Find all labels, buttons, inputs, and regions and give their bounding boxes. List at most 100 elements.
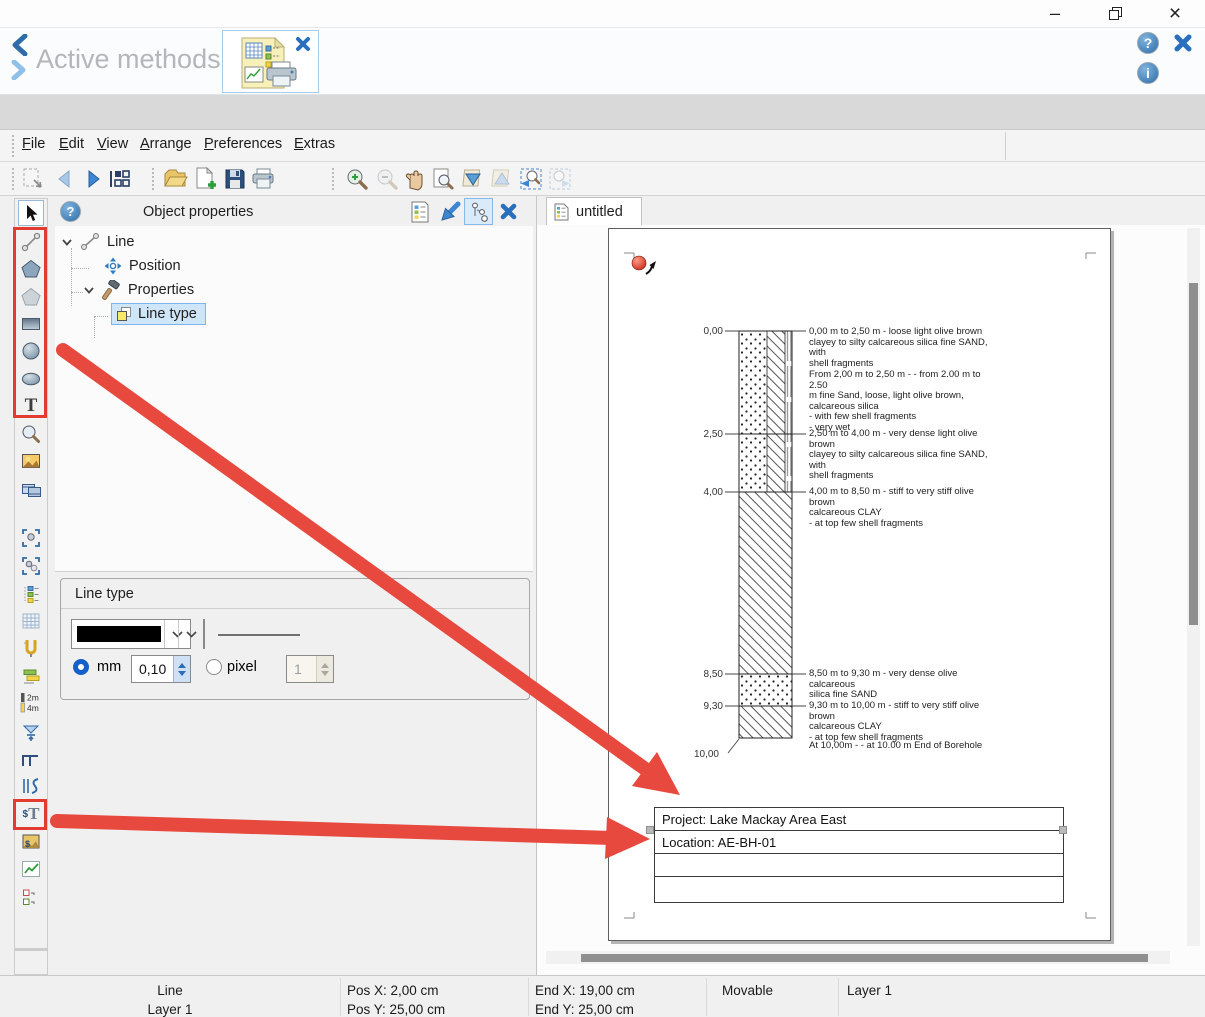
select-tool[interactable] xyxy=(18,200,44,226)
properties-list-button[interactable] xyxy=(408,200,432,224)
drawing-page[interactable]: 0,00 2,50 4,00 8,50 9,30 10,00 0,00 m to… xyxy=(608,228,1111,941)
help-icon[interactable]: ? xyxy=(1137,32,1159,54)
page-down-button[interactable] xyxy=(460,166,486,192)
selection-handle[interactable] xyxy=(1059,826,1067,834)
properties-close-button[interactable] xyxy=(499,202,518,226)
info-icon[interactable]: i xyxy=(1137,62,1159,84)
zoom-in-button[interactable] xyxy=(344,166,370,192)
dollar-image-tool[interactable]: $ xyxy=(18,829,44,855)
restore-button[interactable] xyxy=(1092,0,1138,27)
selection-handle[interactable] xyxy=(646,826,654,834)
tree-item-line[interactable]: Line xyxy=(61,230,134,254)
main-toolbar xyxy=(0,162,1205,196)
table-row[interactable] xyxy=(655,854,1063,877)
cursor-arrow-icon xyxy=(646,261,656,274)
vertical-scrollbar[interactable] xyxy=(1187,228,1200,946)
mm-width-spinner[interactable]: 0,10 xyxy=(131,655,191,683)
pixel-radio[interactable] xyxy=(206,659,222,675)
zoom-region-prev-button[interactable] xyxy=(518,166,544,192)
menubar-grip[interactable] xyxy=(12,135,15,157)
depth-label: 0,00 xyxy=(669,326,723,337)
spin-down-icon[interactable] xyxy=(178,671,186,676)
method-close-icon[interactable] xyxy=(295,36,311,52)
mm-radio[interactable] xyxy=(73,659,89,675)
back-button[interactable] xyxy=(52,166,78,192)
minimize-button[interactable]: – xyxy=(1032,0,1078,27)
forward-chevron-icon[interactable] xyxy=(10,60,28,80)
menu-extras[interactable]: Extras xyxy=(294,136,335,152)
menu-view[interactable]: View xyxy=(97,136,128,152)
print-button[interactable] xyxy=(250,166,276,192)
new-view-button[interactable] xyxy=(20,166,46,192)
select-multiple-tool[interactable] xyxy=(18,553,44,579)
legend-tool[interactable] xyxy=(18,884,44,910)
table-row[interactable]: Project: Lake Mackay Area East xyxy=(655,808,1063,831)
page-up-button[interactable] xyxy=(489,166,515,192)
tree-line-type-selected[interactable]: Line type xyxy=(111,303,206,325)
chevron-down-icon[interactable] xyxy=(61,236,73,248)
table-row[interactable] xyxy=(655,877,1063,900)
project-info-table[interactable]: Project: Lake Mackay Area East Location:… xyxy=(654,807,1064,903)
active-method-item[interactable] xyxy=(222,30,319,93)
legend-icon xyxy=(20,886,42,908)
annotation-box-dollar-text-tool xyxy=(13,799,47,830)
save-button[interactable] xyxy=(222,166,248,192)
menu-preferences[interactable]: Preferences xyxy=(204,136,282,152)
toolbar-grip[interactable] xyxy=(152,168,155,190)
vertical-scrollbar-thumb[interactable] xyxy=(1189,283,1198,625)
step-profile-tool[interactable] xyxy=(18,746,44,772)
panel-close-icon[interactable] xyxy=(1173,33,1193,53)
tree-connector xyxy=(71,248,72,306)
forward-button[interactable] xyxy=(80,166,106,192)
object-list-tool[interactable] xyxy=(18,581,44,607)
menu-edit[interactable]: Edit xyxy=(59,136,84,152)
tab-untitled[interactable]: untitled xyxy=(546,197,642,225)
new-document-button[interactable] xyxy=(192,166,218,192)
close-button[interactable]: × xyxy=(1152,0,1198,27)
table-row[interactable]: Location: AE-BH-01 xyxy=(655,831,1063,854)
pixel-radio-label[interactable]: pixel xyxy=(227,659,257,675)
show-nodes-button[interactable] xyxy=(464,198,493,225)
status-layer: Layer 1 xyxy=(847,981,892,1000)
line-style-dropdown[interactable] xyxy=(203,619,205,649)
groundwater-tool[interactable] xyxy=(18,719,44,745)
toolbar-grip[interactable] xyxy=(332,168,335,190)
properties-help-icon[interactable]: ? xyxy=(60,201,81,222)
zoom-out-button[interactable] xyxy=(374,166,400,192)
curve-tool[interactable] xyxy=(18,773,44,799)
image-tool[interactable] xyxy=(18,448,44,474)
pick-object-button[interactable] xyxy=(438,200,462,224)
borehole-marker-icon[interactable] xyxy=(632,256,646,270)
line-color-dropdown[interactable] xyxy=(71,619,191,649)
tile-windows-button[interactable] xyxy=(106,166,132,192)
layer-description: From 2,00 m to 2,50 m - - from 2.00 m to… xyxy=(809,370,1001,434)
spin-up-icon[interactable] xyxy=(178,663,186,668)
tree-item-line-type[interactable]: Line type xyxy=(111,302,206,326)
open-file-button[interactable] xyxy=(162,166,188,192)
drawing-viewport[interactable]: 0,00 2,50 4,00 8,50 9,30 10,00 0,00 m to… xyxy=(537,225,1205,975)
zoom-page-button[interactable] xyxy=(430,166,456,192)
grid-tool[interactable] xyxy=(18,608,44,634)
horizontal-scrollbar-thumb[interactable] xyxy=(581,954,1148,962)
back-chevron-icon[interactable] xyxy=(10,34,30,56)
chevron-down-icon[interactable] xyxy=(83,284,95,296)
select-object-tool[interactable] xyxy=(18,525,44,551)
depth-scale-tool[interactable]: 2m4m xyxy=(18,690,44,716)
clamp-tool[interactable] xyxy=(18,635,44,661)
horizontal-scrollbar[interactable] xyxy=(546,951,1170,964)
bar-list-tool[interactable] xyxy=(18,663,44,689)
tree-item-position[interactable]: Position xyxy=(103,254,181,278)
multi-image-tool[interactable] xyxy=(18,476,44,502)
borehole-column[interactable] xyxy=(739,331,792,738)
menu-file[interactable]: File xyxy=(22,136,45,152)
spinner-arrows[interactable] xyxy=(173,656,190,682)
zoom-region-next-button[interactable] xyxy=(547,166,573,192)
mm-width-value[interactable]: 0,10 xyxy=(139,661,166,677)
tree-item-properties[interactable]: Properties xyxy=(83,278,194,302)
zoom-tool[interactable] xyxy=(18,421,44,447)
pan-hand-button[interactable] xyxy=(402,166,428,192)
mm-radio-label[interactable]: mm xyxy=(97,659,121,675)
menu-arrange[interactable]: Arrange xyxy=(140,136,192,152)
chart-tool[interactable] xyxy=(18,856,44,882)
toolbar-grip[interactable] xyxy=(12,168,15,190)
